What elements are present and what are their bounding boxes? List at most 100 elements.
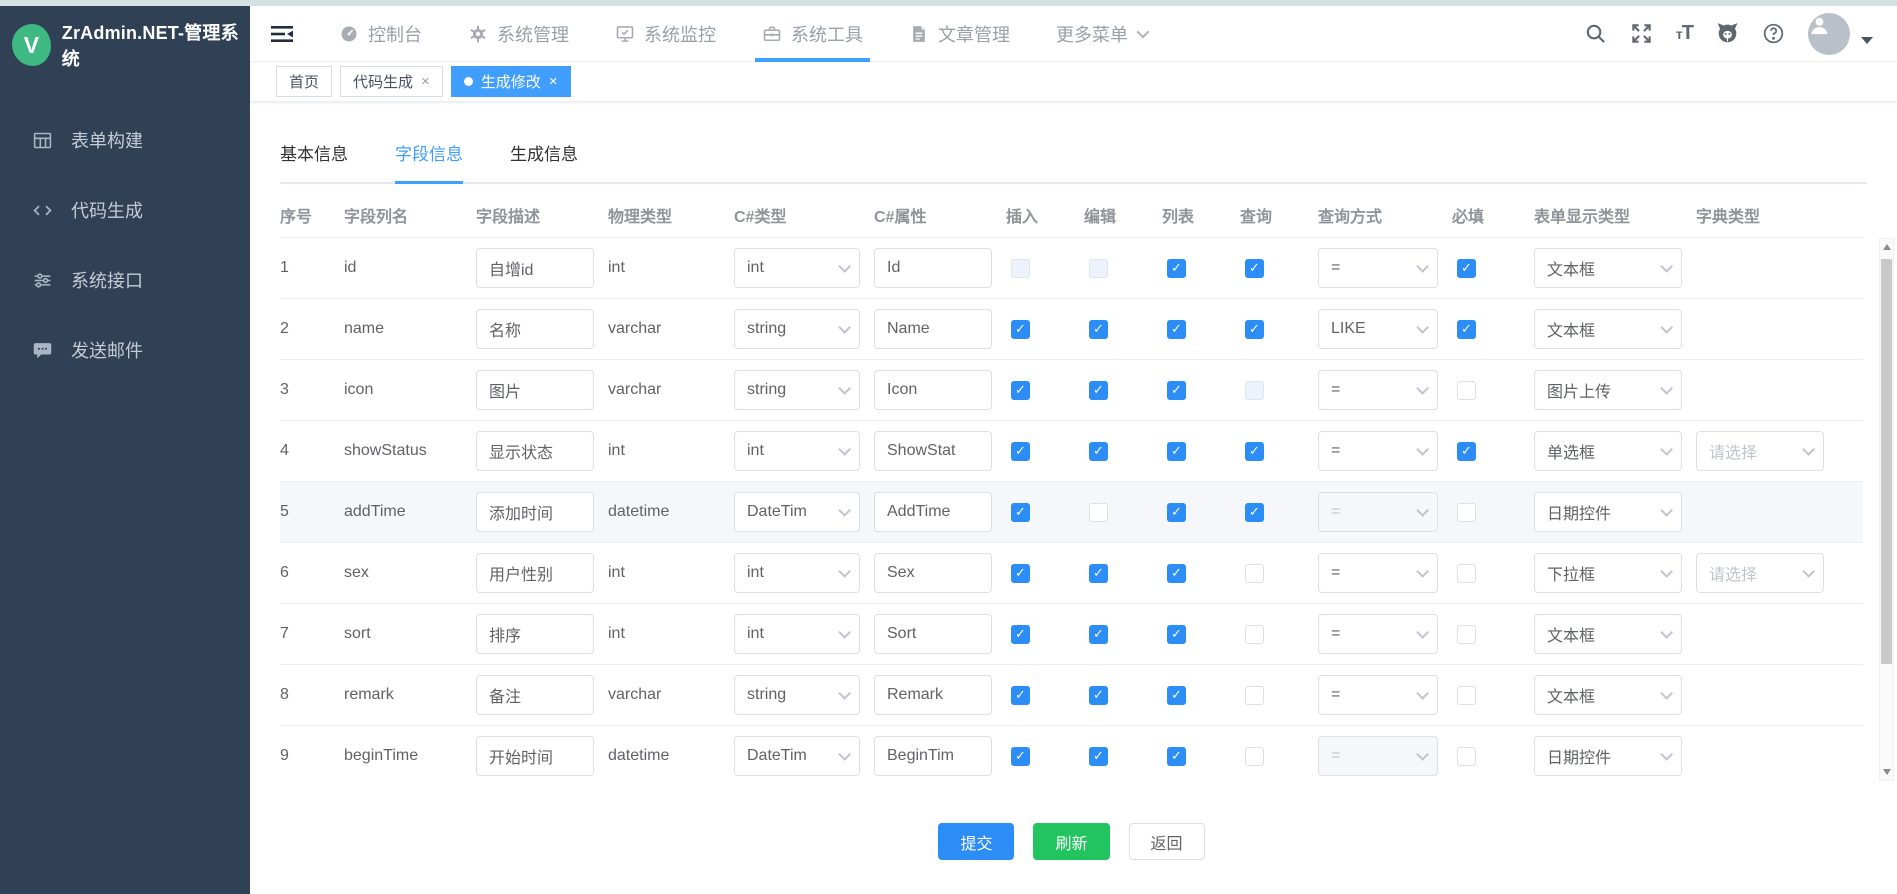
insert-checkbox[interactable]	[1011, 259, 1030, 278]
cs-property-input[interactable]: ShowStat	[874, 431, 992, 471]
display-type-select[interactable]: 图片上传	[1534, 370, 1682, 410]
query-mode-select[interactable]: =	[1318, 370, 1438, 410]
display-type-select[interactable]: 日期控件	[1534, 492, 1682, 532]
query-checkbox[interactable]	[1245, 503, 1264, 522]
close-icon[interactable]: ×	[549, 73, 558, 90]
query-checkbox[interactable]	[1245, 320, 1264, 339]
cs-property-input[interactable]: Sort	[874, 614, 992, 654]
required-checkbox[interactable]	[1457, 259, 1476, 278]
query-checkbox[interactable]	[1245, 259, 1264, 278]
list-checkbox[interactable]	[1167, 625, 1186, 644]
sidebar-item-code-generation[interactable]: 代码生成	[0, 175, 250, 245]
query-mode-select[interactable]: =	[1318, 614, 1438, 654]
close-icon[interactable]: ×	[421, 73, 430, 90]
scrollbar-thumb[interactable]	[1881, 259, 1892, 664]
cs-type-select[interactable]: int	[734, 614, 860, 654]
required-checkbox[interactable]	[1457, 747, 1476, 766]
github-icon[interactable]	[1716, 22, 1739, 45]
insert-checkbox[interactable]	[1011, 503, 1030, 522]
display-type-select[interactable]: 文本框	[1534, 309, 1682, 349]
edit-checkbox[interactable]	[1089, 686, 1108, 705]
submit-button[interactable]: 提交	[938, 823, 1014, 860]
refresh-button[interactable]: 刷新	[1033, 823, 1109, 860]
dict-type-select[interactable]: 请选择	[1696, 431, 1824, 471]
query-checkbox[interactable]	[1245, 747, 1264, 766]
avatar-caret-icon[interactable]	[1861, 37, 1873, 44]
tab-generate-info[interactable]: 生成信息	[510, 140, 578, 182]
edit-checkbox[interactable]	[1089, 259, 1108, 278]
field-description-input[interactable]: 图片	[476, 370, 594, 410]
insert-checkbox[interactable]	[1011, 442, 1030, 461]
field-description-input[interactable]: 自增id	[476, 248, 594, 288]
edit-checkbox[interactable]	[1089, 564, 1108, 583]
display-type-select[interactable]: 文本框	[1534, 614, 1682, 654]
scroll-up-arrow-icon[interactable]	[1880, 239, 1893, 255]
cs-property-input[interactable]: BeginTim	[874, 736, 992, 776]
cs-property-input[interactable]: Name	[874, 309, 992, 349]
help-icon[interactable]	[1762, 22, 1785, 45]
query-checkbox[interactable]	[1245, 686, 1264, 705]
back-button[interactable]: 返回	[1129, 823, 1205, 860]
insert-checkbox[interactable]	[1011, 381, 1030, 400]
cs-property-input[interactable]: Id	[874, 248, 992, 288]
sidebar-item-form-builder[interactable]: 表单构建	[0, 105, 250, 175]
nav-item-system-tools[interactable]: 系统工具	[739, 6, 886, 61]
field-description-input[interactable]: 显示状态	[476, 431, 594, 471]
cs-type-select[interactable]: string	[734, 309, 860, 349]
cs-type-select[interactable]: int	[734, 553, 860, 593]
query-mode-select[interactable]: =	[1318, 553, 1438, 593]
edit-checkbox[interactable]	[1089, 747, 1108, 766]
field-description-input[interactable]: 用户性别	[476, 553, 594, 593]
edit-checkbox[interactable]	[1089, 625, 1108, 644]
font-size-icon[interactable]: тT	[1676, 22, 1693, 45]
list-checkbox[interactable]	[1167, 381, 1186, 400]
cs-type-select[interactable]: string	[734, 675, 860, 715]
table-scrollbar[interactable]	[1879, 238, 1894, 781]
query-checkbox[interactable]	[1245, 381, 1264, 400]
fullscreen-icon[interactable]	[1630, 22, 1653, 45]
display-type-select[interactable]: 文本框	[1534, 675, 1682, 715]
edit-checkbox[interactable]	[1089, 442, 1108, 461]
nav-item-console[interactable]: 控制台	[316, 6, 445, 61]
sidebar-item-system-api[interactable]: 系统接口	[0, 245, 250, 315]
tag-home[interactable]: 首页	[276, 66, 332, 97]
field-description-input[interactable]: 添加时间	[476, 492, 594, 532]
nav-item-article-manage[interactable]: 文章管理	[886, 6, 1033, 61]
list-checkbox[interactable]	[1167, 503, 1186, 522]
insert-checkbox[interactable]	[1011, 320, 1030, 339]
query-mode-select[interactable]: =	[1318, 736, 1438, 776]
cs-property-input[interactable]: Remark	[874, 675, 992, 715]
tag-generate-edit[interactable]: 生成修改 ×	[451, 66, 571, 97]
tab-field-info[interactable]: 字段信息	[395, 140, 463, 182]
list-checkbox[interactable]	[1167, 442, 1186, 461]
cs-property-input[interactable]: Icon	[874, 370, 992, 410]
required-checkbox[interactable]	[1457, 442, 1476, 461]
dict-type-select[interactable]: 请选择	[1696, 553, 1824, 593]
list-checkbox[interactable]	[1167, 320, 1186, 339]
query-checkbox[interactable]	[1245, 625, 1264, 644]
edit-checkbox[interactable]	[1089, 320, 1108, 339]
insert-checkbox[interactable]	[1011, 747, 1030, 766]
query-checkbox[interactable]	[1245, 442, 1264, 461]
nav-item-system-monitor[interactable]: 系统监控	[592, 6, 739, 61]
cs-property-input[interactable]: AddTime	[874, 492, 992, 532]
query-mode-select[interactable]: =	[1318, 248, 1438, 288]
query-mode-select[interactable]: LIKE	[1318, 309, 1438, 349]
list-checkbox[interactable]	[1167, 564, 1186, 583]
query-mode-select[interactable]: =	[1318, 492, 1438, 532]
field-description-input[interactable]: 开始时间	[476, 736, 594, 776]
cs-type-select[interactable]: DateTim	[734, 736, 860, 776]
required-checkbox[interactable]	[1457, 381, 1476, 400]
edit-checkbox[interactable]	[1089, 503, 1108, 522]
cs-property-input[interactable]: Sex	[874, 553, 992, 593]
display-type-select[interactable]: 日期控件	[1534, 736, 1682, 776]
query-mode-select[interactable]: =	[1318, 431, 1438, 471]
required-checkbox[interactable]	[1457, 686, 1476, 705]
display-type-select[interactable]: 单选框	[1534, 431, 1682, 471]
tab-basic-info[interactable]: 基本信息	[280, 140, 348, 182]
required-checkbox[interactable]	[1457, 503, 1476, 522]
display-type-select[interactable]: 文本框	[1534, 248, 1682, 288]
list-checkbox[interactable]	[1167, 259, 1186, 278]
sidebar-item-send-mail[interactable]: 发送邮件	[0, 315, 250, 385]
required-checkbox[interactable]	[1457, 625, 1476, 644]
